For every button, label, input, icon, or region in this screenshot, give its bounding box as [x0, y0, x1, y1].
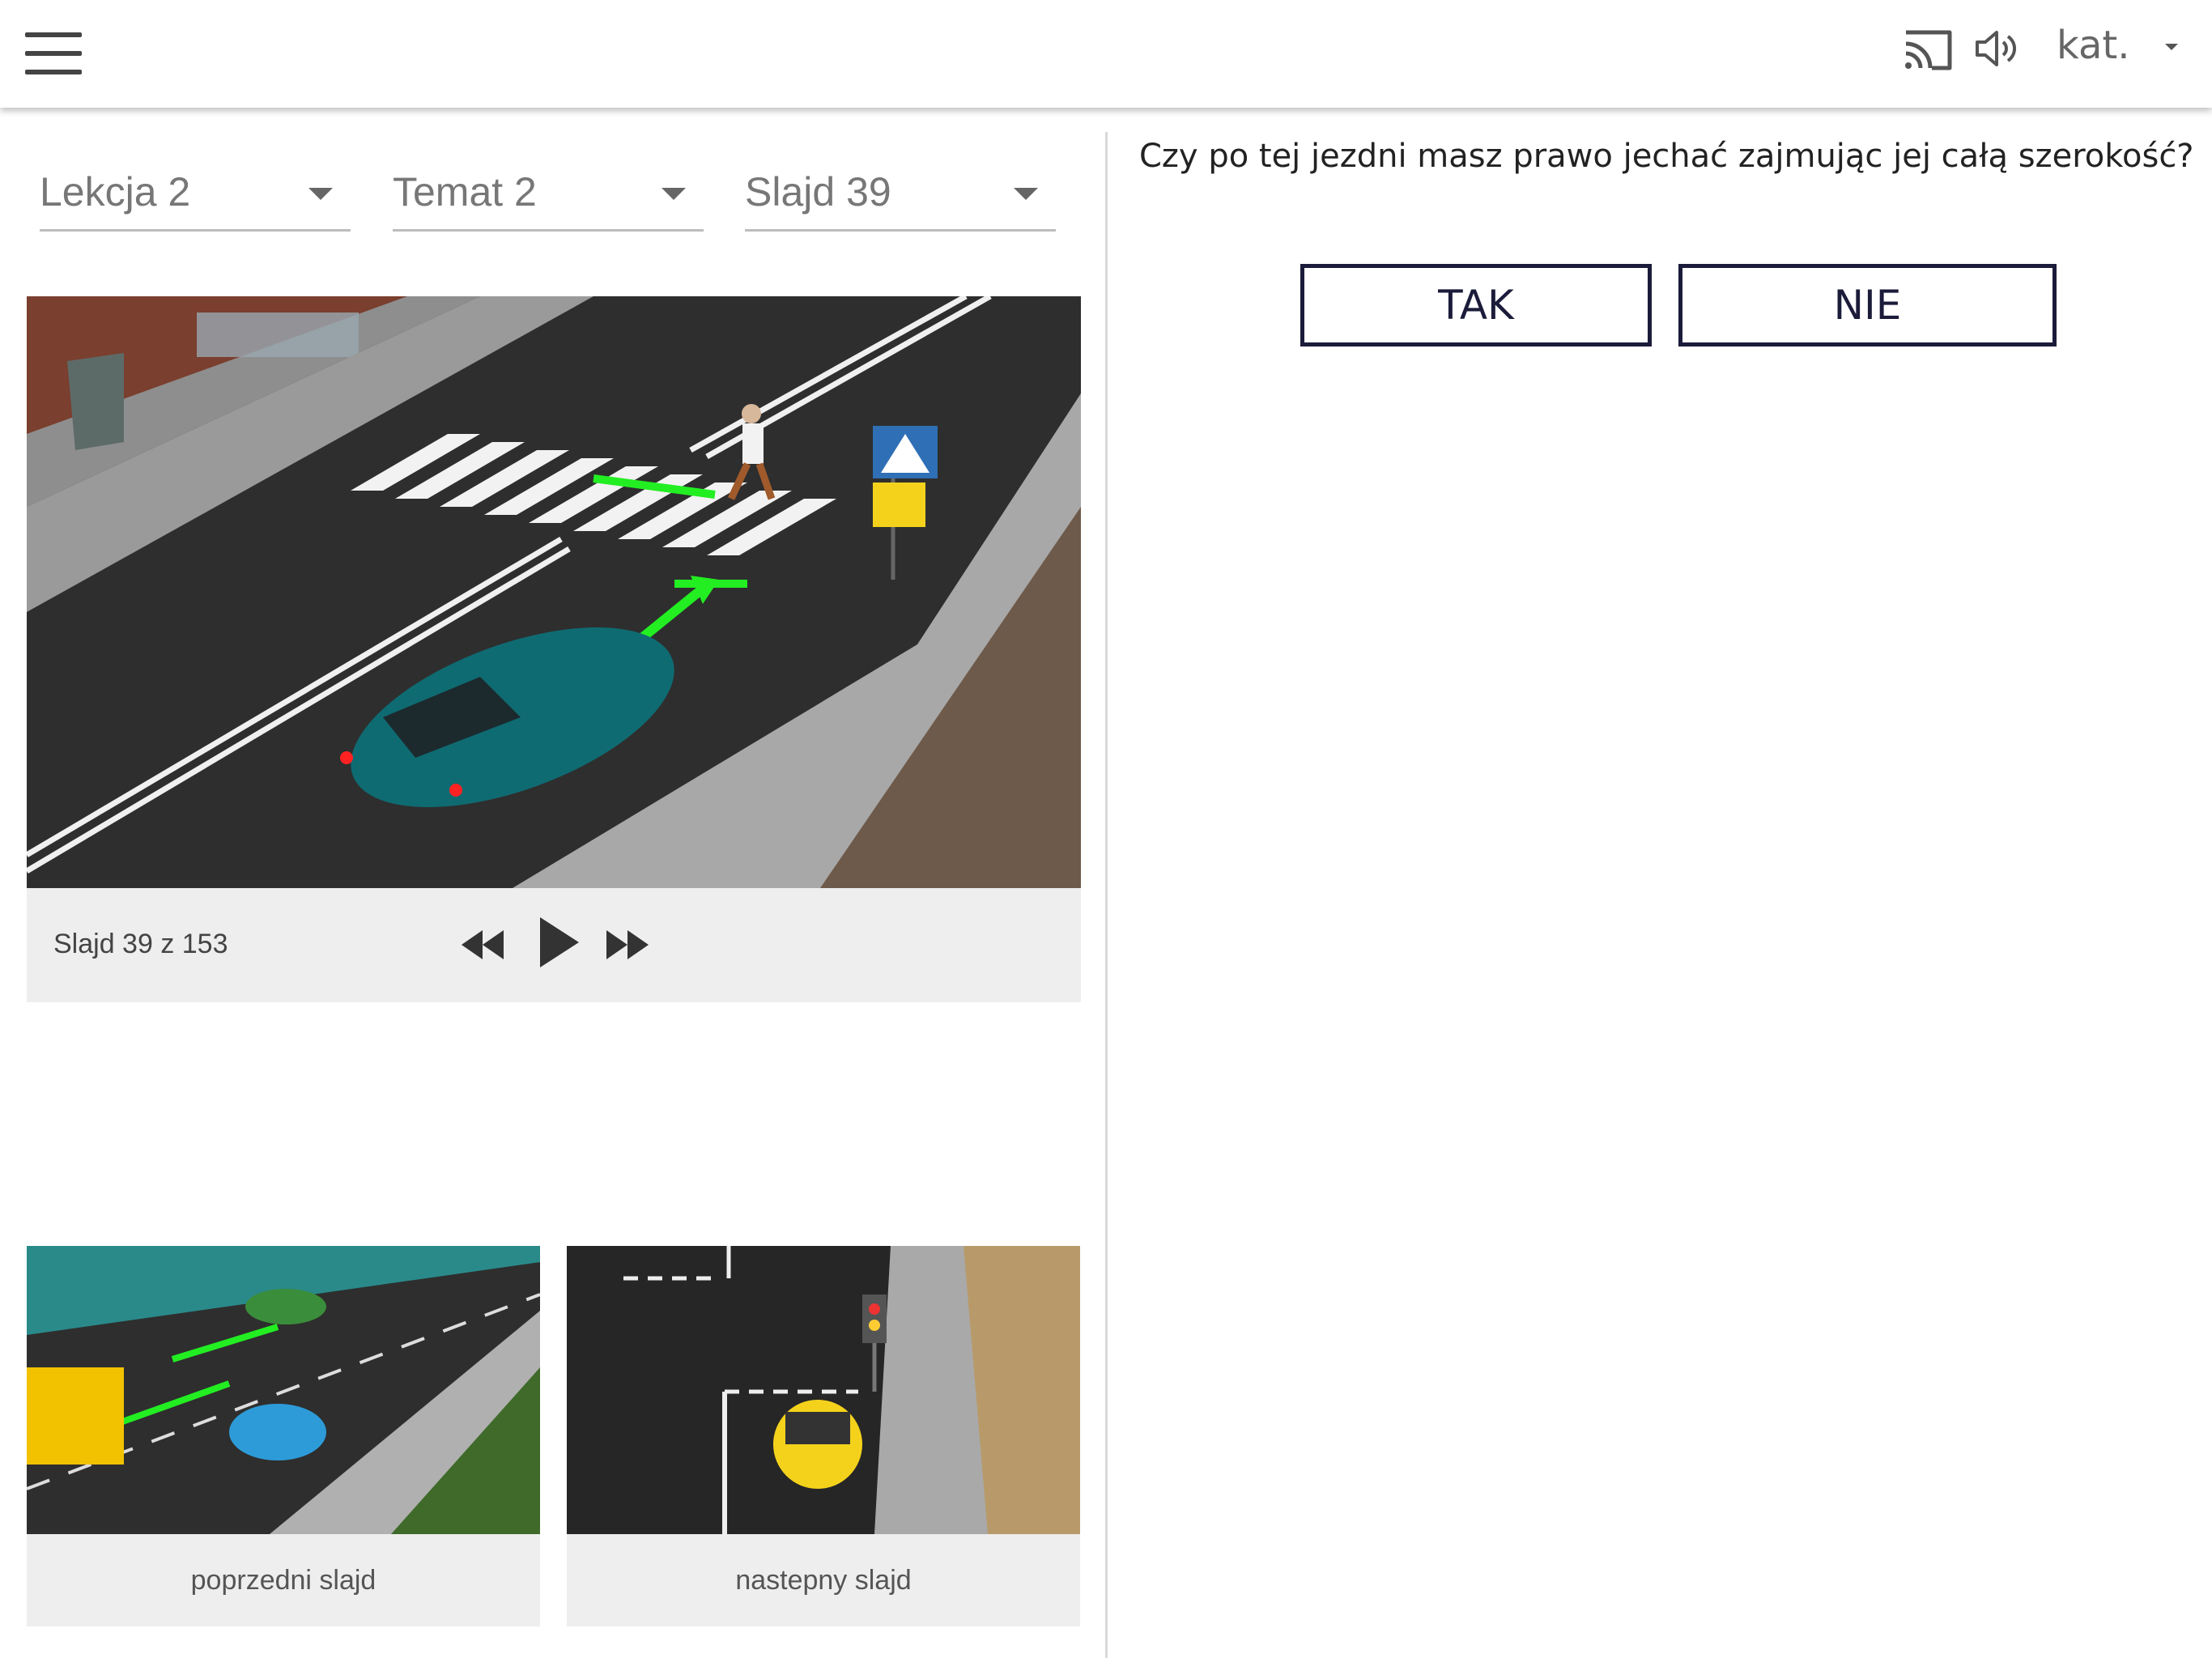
slide-player-controls: Slajd 39 z 153	[27, 888, 1081, 1002]
slide-counter: Slajd 39 z 153	[53, 929, 228, 959]
question-text: Czy po tej jezdni masz prawo jechać zajm…	[1139, 138, 2194, 175]
slide-select[interactable]: Slajd 39	[745, 154, 1056, 232]
next-slide-thumbnail[interactable]: nastepny slajd	[567, 1246, 1080, 1626]
previous-slide-thumbnail[interactable]: poprzedni slajd	[27, 1246, 540, 1626]
dropdown-arrow-icon	[1014, 188, 1038, 200]
cast-icon[interactable]	[1903, 28, 1953, 73]
previous-slide-label: poprzedni slajd	[190, 1565, 376, 1596]
topic-select[interactable]: Temat 2	[393, 154, 704, 232]
lesson-select-value: Lekcja 2	[40, 169, 191, 215]
previous-slide-image	[27, 1246, 540, 1534]
chevron-down-icon[interactable]	[2165, 44, 2178, 50]
volume-icon[interactable]	[1972, 26, 2018, 71]
play-icon[interactable]	[537, 914, 582, 971]
top-app-bar: kat.	[0, 0, 2212, 108]
lesson-select[interactable]: Lekcja 2	[40, 154, 351, 232]
panel-divider	[1105, 132, 1108, 1658]
dropdown-arrow-icon	[308, 188, 333, 200]
slide-select-value: Slajd 39	[745, 169, 891, 215]
fast-forward-icon[interactable]	[605, 929, 650, 961]
rewind-icon[interactable]	[460, 929, 505, 961]
slide-image	[27, 296, 1081, 888]
next-slide-label: nastepny slajd	[735, 1565, 912, 1596]
topic-select-value: Temat 2	[393, 169, 537, 215]
next-slide-image	[567, 1246, 1080, 1534]
answer-yes-button[interactable]: TAK	[1300, 264, 1652, 346]
answer-no-button[interactable]: NIE	[1678, 264, 2057, 346]
hamburger-menu-icon[interactable]	[25, 32, 82, 74]
dropdown-arrow-icon	[661, 188, 686, 200]
category-selector-label[interactable]: kat.	[2057, 23, 2129, 68]
